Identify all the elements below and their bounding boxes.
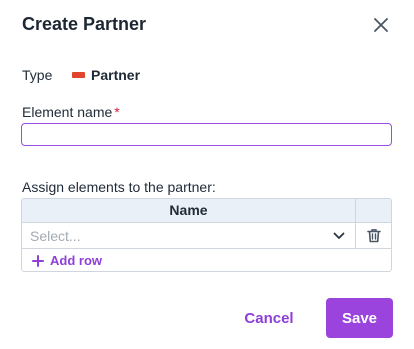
- add-row-button[interactable]: Add row: [22, 249, 391, 271]
- close-icon: [374, 18, 388, 32]
- delete-row-button[interactable]: [355, 223, 391, 248]
- create-partner-dialog: Create Partner Type Partner Element name…: [0, 0, 414, 349]
- column-header-name: Name: [169, 202, 208, 218]
- type-label: Type: [22, 67, 53, 83]
- table-row: Select...: [22, 223, 391, 249]
- chevron-down-icon: [333, 232, 345, 239]
- trash-icon: [366, 229, 381, 243]
- table-header: Name: [22, 199, 391, 223]
- type-row: Type Partner: [22, 67, 140, 83]
- assign-elements-table: Name Select... Add row: [21, 198, 392, 272]
- add-row-label: Add row: [50, 253, 102, 268]
- select-placeholder: Select...: [30, 227, 81, 244]
- column-header-actions: [355, 199, 391, 222]
- close-button[interactable]: [370, 14, 392, 36]
- element-name-label: Element name *: [22, 104, 120, 120]
- element-name-label-text: Element name: [22, 104, 113, 120]
- element-name-input[interactable]: [21, 123, 392, 146]
- required-marker: *: [114, 104, 120, 120]
- save-button[interactable]: Save: [326, 298, 393, 338]
- partner-type-swatch: [72, 72, 85, 78]
- dialog-title: Create Partner: [22, 14, 147, 34]
- type-value: Partner: [91, 67, 141, 83]
- element-select[interactable]: Select...: [22, 223, 355, 248]
- plus-icon: [32, 254, 44, 267]
- assign-elements-label: Assign elements to the partner:: [22, 179, 216, 195]
- cancel-button[interactable]: Cancel: [236, 299, 302, 337]
